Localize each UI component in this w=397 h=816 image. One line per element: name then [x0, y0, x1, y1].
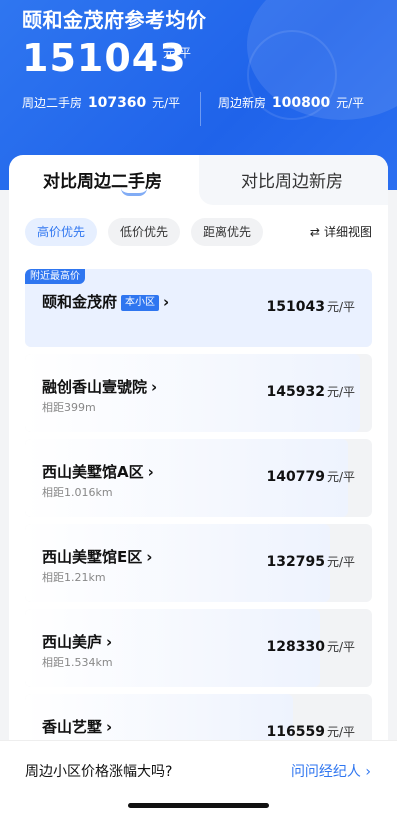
- sort-low-price-chip[interactable]: 低价优先: [108, 218, 181, 246]
- swap-icon: ⇄: [309, 225, 320, 239]
- community-price: 128330 元/平: [267, 638, 356, 655]
- community-price: 140779 元/平: [267, 468, 356, 485]
- detail-view-label: 详细视图: [323, 225, 372, 239]
- distance-text: 相距399m: [42, 401, 96, 414]
- community-name: 香山艺墅 ›: [42, 716, 112, 737]
- comparison-card: 对比周边二手房 对比周边新房 高价优先 低价优先 距离优先 ⇄ 详细视图 附近最高…: [9, 155, 388, 816]
- chevron-right-icon: ›: [163, 293, 170, 311]
- community-price: 151043 元/平: [267, 298, 356, 315]
- price-unit: 元/平: [326, 470, 355, 484]
- price-question: 周边小区价格涨幅大吗?: [25, 764, 173, 780]
- community-price: 132795 元/平: [267, 553, 356, 570]
- price-unit: 元/平: [326, 385, 355, 399]
- stat-new-label: 周边新房: [218, 96, 267, 110]
- community-name-text: 西山美庐: [42, 633, 103, 651]
- distance-text: 相距1.21km: [42, 571, 106, 584]
- community-name-text: 融创香山壹號院: [42, 378, 148, 396]
- stat-secondhand-value: 107360: [87, 95, 147, 111]
- price-value: 132795: [266, 554, 325, 570]
- community-name: 融创香山壹號院 ›: [42, 376, 157, 397]
- reference-price-unit: 元/平: [163, 46, 192, 60]
- community-name: 颐和金茂府 本小区 ›: [42, 291, 169, 312]
- list-item[interactable]: 西山美墅馆A区 › 相距1.016km 140779 元/平: [25, 439, 372, 517]
- stat-secondhand: 周边二手房 107360 元/平: [22, 94, 180, 111]
- list-item[interactable]: 西山美墅馆E区 › 相距1.21km 132795 元/平: [25, 524, 372, 602]
- list-item[interactable]: 西山美庐 › 相距1.534km 128330 元/平: [25, 609, 372, 687]
- chevron-right-icon: ›: [365, 764, 371, 780]
- price-value: 116559: [266, 724, 325, 740]
- chevron-right-icon: ›: [106, 633, 113, 651]
- distance-text: 相距1.016km: [42, 486, 113, 499]
- tab-active-indicator: [121, 188, 147, 196]
- sort-high-price-chip[interactable]: 高价优先: [25, 218, 98, 246]
- tab-bar: 对比周边二手房 对比周边新房: [9, 155, 388, 205]
- this-community-badge: 本小区: [121, 295, 160, 311]
- highest-price-tag: 附近最高价: [25, 269, 85, 284]
- community-name-text: 西山美墅馆A区: [42, 463, 144, 481]
- price-value: 145932: [266, 384, 325, 400]
- chevron-right-icon: ›: [106, 718, 113, 736]
- price-unit: 元/平: [326, 300, 355, 314]
- detail-view-button[interactable]: ⇄ 详细视图: [310, 223, 372, 240]
- community-name: 西山美墅馆E区 ›: [42, 546, 152, 567]
- ask-agent-label: 问问经纪人: [290, 764, 361, 780]
- tab-new-homes[interactable]: 对比周边新房: [241, 167, 343, 192]
- page-title: 颐和金茂府参考均价: [22, 8, 207, 32]
- community-price: 116559 元/平: [267, 723, 356, 740]
- stat-new-value: 100800: [271, 95, 331, 111]
- sort-filters: 高价优先 低价优先 距离优先 ⇄ 详细视图: [9, 218, 388, 246]
- list-item[interactable]: 附近最高价 颐和金茂府 本小区 › 151043 元/平: [25, 269, 372, 347]
- reference-price: 151043: [22, 36, 187, 80]
- community-name-text: 颐和金茂府: [42, 293, 118, 311]
- community-name: 西山美墅馆A区 ›: [42, 461, 154, 482]
- stat-new: 周边新房 100800 元/平: [218, 94, 364, 111]
- sort-distance-chip[interactable]: 距离优先: [191, 218, 264, 246]
- community-name-text: 香山艺墅: [42, 718, 103, 736]
- price-value: 151043: [266, 299, 325, 315]
- stat-secondhand-label: 周边二手房: [22, 96, 83, 110]
- bottom-action-bar: 周边小区价格涨幅大吗? 问问经纪人 ›: [0, 740, 397, 816]
- chevron-right-icon: ›: [151, 378, 158, 396]
- stat-secondhand-unit: 元/平: [152, 96, 181, 110]
- price-unit: 元/平: [326, 555, 355, 569]
- ask-agent-link[interactable]: 问问经纪人 ›: [291, 761, 371, 781]
- price-value: 128330: [266, 639, 325, 655]
- community-price: 145932 元/平: [267, 383, 356, 400]
- price-unit: 元/平: [326, 640, 355, 654]
- price-unit: 元/平: [326, 725, 355, 739]
- distance-text: 相距1.534km: [42, 656, 113, 669]
- home-indicator: [128, 803, 269, 808]
- chevron-right-icon: ›: [146, 548, 153, 566]
- community-name-text: 西山美墅馆E区: [42, 548, 143, 566]
- community-name: 西山美庐 ›: [42, 631, 112, 652]
- list-item[interactable]: 融创香山壹號院 › 相距399m 145932 元/平: [25, 354, 372, 432]
- chevron-right-icon: ›: [147, 463, 154, 481]
- divider: [200, 92, 201, 126]
- stat-new-unit: 元/平: [336, 96, 365, 110]
- price-value: 140779: [266, 469, 325, 485]
